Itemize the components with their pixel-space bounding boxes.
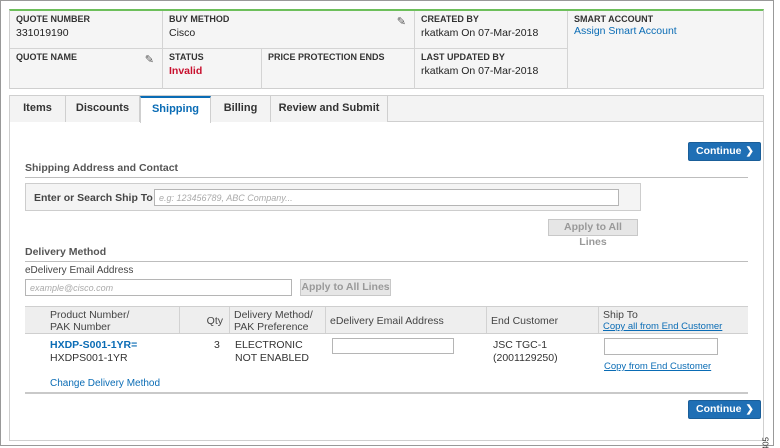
row-edelivery-email-input[interactable] xyxy=(332,338,454,354)
col-product-number-line2: PAK Number xyxy=(50,321,111,333)
ship-to-label: Enter or Search Ship To xyxy=(34,192,153,204)
pak-number: HXDPS001-1YR xyxy=(50,352,128,364)
continue-label: Continue xyxy=(696,403,742,415)
tab-discounts[interactable]: Discounts xyxy=(66,96,140,122)
quote-number-cell: QUOTE NUMBER 331019190 xyxy=(10,11,163,49)
col-ship-to-label: Ship To xyxy=(603,309,638,321)
edelivery-email-input[interactable] xyxy=(25,279,292,296)
smart-account-label: SMART ACCOUNT xyxy=(574,14,654,24)
continue-button-bottom[interactable]: Continue ❯ xyxy=(688,400,761,419)
continue-button-top[interactable]: Continue ❯ xyxy=(688,142,761,161)
status-badge: Invalid xyxy=(169,65,203,77)
delivery-method-line1: ELECTRONIC xyxy=(235,339,303,351)
divider xyxy=(25,177,748,178)
quote-header: QUOTE NUMBER 331019190 BUY METHOD Cisco … xyxy=(9,9,764,89)
assign-smart-account-link[interactable]: Assign Smart Account xyxy=(574,25,758,37)
end-customer-id: (2001129250) xyxy=(493,352,558,364)
tab-bar: Items Discounts Shipping Billing Review … xyxy=(10,96,763,123)
chevron-right-icon: ❯ xyxy=(745,404,754,415)
row-ship-to-input[interactable] xyxy=(604,338,718,355)
end-customer-name: JSC TGC-1 xyxy=(493,339,548,351)
price-protection-cell: PRICE PROTECTION ENDS xyxy=(262,49,415,89)
quote-name-label: QUOTE NAME xyxy=(16,52,78,62)
product-number-link[interactable]: HXDP-S001-1YR= xyxy=(50,339,137,352)
status-label: STATUS xyxy=(169,52,204,62)
quote-name-cell: QUOTE NAME ✎ xyxy=(10,49,163,89)
copy-all-from-end-customer-link[interactable]: Copy all from End Customer xyxy=(603,321,748,333)
col-end-customer: End Customer xyxy=(487,307,599,333)
col-ship-to: Ship To Copy all from End Customer xyxy=(599,307,748,333)
price-protection-label: PRICE PROTECTION ENDS xyxy=(268,52,385,62)
created-by-label: CREATED BY xyxy=(421,14,479,24)
tab-shipping[interactable]: Shipping xyxy=(140,96,211,123)
quote-number-label: QUOTE NUMBER xyxy=(16,14,90,24)
edelivery-email-label: eDelivery Email Address xyxy=(25,265,134,276)
delivery-method-line2: NOT ENABLED xyxy=(235,352,309,364)
col-edelivery-email: eDelivery Email Address xyxy=(326,307,487,333)
col-delivery-method-line1: Delivery Method/ xyxy=(234,309,313,321)
col-delivery-method-line2: PAK Preference xyxy=(234,321,309,333)
tab-billing[interactable]: Billing xyxy=(211,96,271,122)
quote-number-value: 331019190 xyxy=(16,27,69,39)
line-items-table-header: Product Number/ PAK Number Qty Delivery … xyxy=(25,306,748,334)
copy-from-end-customer-link[interactable]: Copy from End Customer xyxy=(604,360,711,373)
buy-method-label: BUY METHOD xyxy=(169,14,230,24)
ship-to-search-input[interactable] xyxy=(154,189,619,206)
last-updated-value: rkatkam On 07-Mar-2018 xyxy=(421,65,539,77)
apply-to-all-lines-button-ship[interactable]: Apply to All Lines xyxy=(548,219,638,248)
window-frame: QUOTE NUMBER 331019190 BUY METHOD Cisco … xyxy=(0,0,774,448)
table-bottom-divider xyxy=(25,392,748,394)
delivery-section-title: Delivery Method xyxy=(25,246,107,258)
chevron-right-icon: ❯ xyxy=(745,146,754,157)
tab-review-and-submit[interactable]: Review and Submit xyxy=(271,96,388,122)
smart-account-cell: SMART ACCOUNT Assign Smart Account xyxy=(568,11,764,89)
shipping-section-title: Shipping Address and Contact xyxy=(25,162,179,174)
divider xyxy=(25,261,748,262)
col-product-number: Product Number/ PAK Number xyxy=(25,307,180,333)
col-qty: Qty xyxy=(180,307,230,333)
tab-items[interactable]: Items xyxy=(10,96,66,122)
continue-label: Continue xyxy=(696,145,742,157)
last-updated-cell: LAST UPDATED BY rkatkam On 07-Mar-2018 xyxy=(415,49,568,89)
shipping-panel: Items Discounts Shipping Billing Review … xyxy=(9,95,764,441)
qty-value: 3 xyxy=(214,339,220,351)
figure-id: 366405 xyxy=(762,437,771,448)
status-cell: STATUS Invalid xyxy=(163,49,262,89)
buy-method-cell: BUY METHOD Cisco ✎ xyxy=(163,11,415,49)
apply-to-all-lines-button-email[interactable]: Apply to All Lines xyxy=(300,279,391,296)
col-delivery-method: Delivery Method/ PAK Preference xyxy=(230,307,326,333)
created-by-value: rkatkam On 07-Mar-2018 xyxy=(421,27,539,39)
edit-pencil-icon[interactable]: ✎ xyxy=(397,15,406,28)
ship-to-search-box: Enter or Search Ship To xyxy=(25,183,641,211)
created-by-cell: CREATED BY rkatkam On 07-Mar-2018 xyxy=(415,11,568,49)
last-updated-label: LAST UPDATED BY xyxy=(421,52,505,62)
buy-method-value: Cisco xyxy=(169,27,196,39)
edit-pencil-icon[interactable]: ✎ xyxy=(145,53,154,66)
change-delivery-method-link[interactable]: Change Delivery Method xyxy=(50,377,160,390)
col-product-number-line1: Product Number/ xyxy=(50,309,130,321)
